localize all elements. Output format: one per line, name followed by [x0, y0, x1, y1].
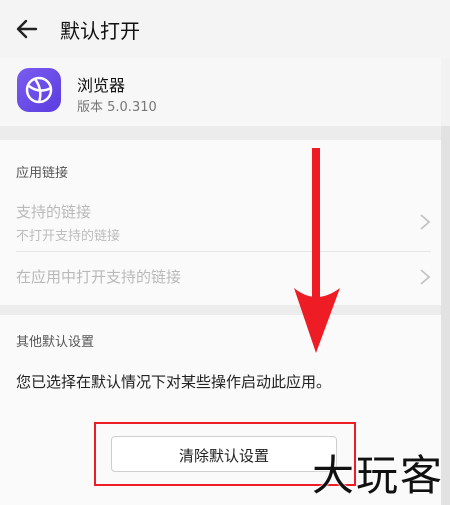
open-supported-links-row[interactable]: 在应用中打开支持的链接 — [0, 252, 441, 302]
app-info: 浏览器 版本 5.0.310 — [0, 58, 441, 126]
page-title: 默认打开 — [60, 19, 140, 43]
back-arrow-icon[interactable] — [14, 16, 40, 42]
browser-app-icon — [17, 68, 61, 112]
supported-links-title: 支持的链接 — [16, 203, 92, 221]
app-version: 版本 5.0.310 — [77, 100, 157, 115]
app-links-section: 应用链接 支持的链接 不打开支持的链接 在应用中打开支持的链接 — [0, 140, 441, 305]
annotation-arrow-down-icon — [294, 148, 340, 353]
section-gap — [0, 305, 450, 315]
open-supported-links-title: 在应用中打开支持的链接 — [16, 268, 182, 286]
defaults-description: 您已选择在默认情况下对某些操作启动此应用。 — [16, 373, 332, 391]
section-title-app-links: 应用链接 — [16, 166, 69, 181]
section-gap — [0, 126, 450, 140]
scrollbar[interactable] — [441, 126, 450, 505]
section-title-other-defaults: 其他默认设置 — [16, 335, 95, 350]
app-name: 浏览器 — [77, 76, 126, 95]
supported-links-subtitle: 不打开支持的链接 — [16, 229, 121, 244]
watermark-logo: 大玩客 — [311, 451, 444, 500]
chevron-right-icon — [420, 269, 431, 285]
supported-links-row[interactable]: 支持的链接 不打开支持的链接 — [0, 195, 441, 253]
chevron-right-icon — [420, 214, 431, 230]
top-bar: 默认打开 — [0, 0, 450, 58]
